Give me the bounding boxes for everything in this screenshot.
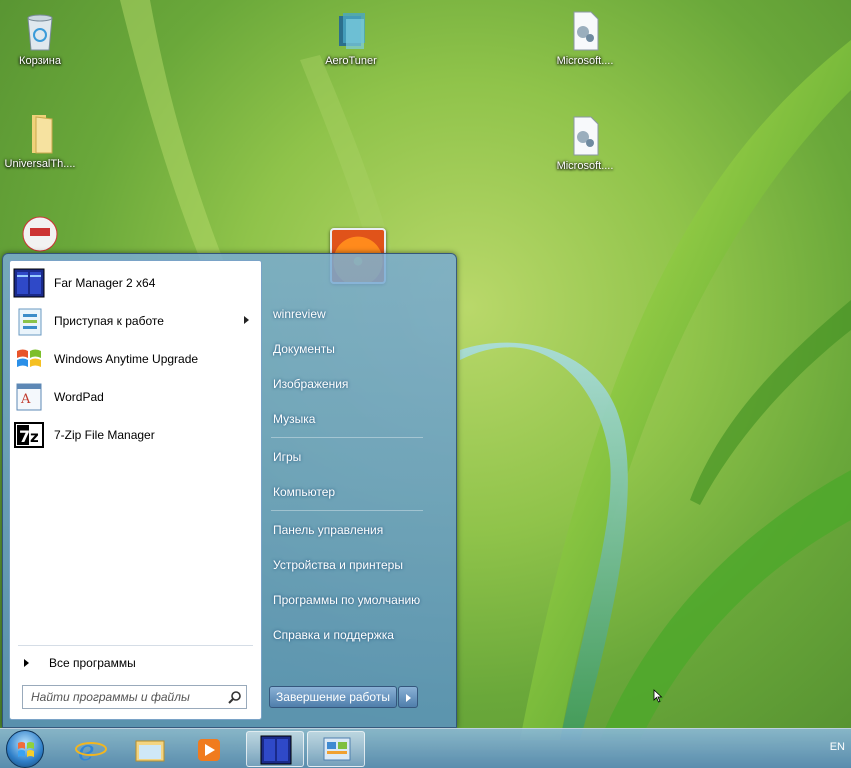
svg-text:e: e [78,734,95,767]
mouse-cursor-icon [653,689,663,703]
language-indicator[interactable]: EN [830,741,845,753]
desktop-icon-microsoft-2[interactable]: Microsoft.... [545,115,625,172]
start-item-control-panel[interactable]: Панель управления [273,523,383,537]
start-item-music[interactable]: Музыка [273,412,315,426]
taskbar-internet-explorer[interactable]: e [62,731,120,767]
program-far-manager[interactable]: Far Manager 2 x64 [13,265,259,301]
svg-text:7: 7 [19,427,30,446]
taskbar-media-player[interactable] [180,731,238,767]
wordpad-icon: A [13,381,45,413]
start-item-computer[interactable]: Компьютер [273,485,335,499]
control-panel-icon [323,737,351,761]
program-label: Приступая к работе [54,314,164,328]
far-manager-icon [260,735,292,765]
program-label: Windows Anytime Upgrade [54,352,199,366]
taskbar-far-manager[interactable] [246,731,304,767]
search-input[interactable]: Найти программы и файлы [22,685,247,709]
shutdown-button[interactable]: Завершение работы [269,686,397,708]
svg-text:A: A [20,392,31,407]
recycle-bin-icon [20,10,60,52]
far-manager-icon [13,267,45,299]
svg-text:z: z [30,428,39,446]
program-7zip[interactable]: 7z 7-Zip File Manager [13,417,259,453]
start-item-user-folder[interactable]: winreview [273,307,326,321]
right-pane-separator [271,437,423,438]
windows-logo-icon [18,742,34,757]
program-label: WordPad [54,390,104,404]
explorer-folder-icon [135,740,165,762]
start-menu: Far Manager 2 x64 Приступая к работе Win… [2,253,457,728]
desktop-icon-aerotuner[interactable]: AeroTuner [311,10,391,67]
getting-started-icon [13,305,45,337]
submenu-arrow-icon [244,316,249,324]
folder-icon [20,113,60,155]
desktop-icon-universalthemepatcher[interactable]: UniversalTh.... [0,113,80,170]
internet-explorer-icon: e [75,734,107,767]
nsis-installer-icon [20,214,60,256]
search-icon[interactable] [228,690,242,704]
start-item-games[interactable]: Игры [273,450,301,464]
taskbar-control-panel[interactable] [307,731,365,767]
program-label: Far Manager 2 x64 [54,276,156,290]
taskbar: e EN [0,728,851,768]
aerotuner-icon [331,10,371,52]
program-wordpad[interactable]: A WordPad [13,379,259,415]
settings-file-icon [565,10,605,52]
seven-zip-icon: 7z [13,419,45,451]
program-windows-anytime-upgrade[interactable]: Windows Anytime Upgrade [13,341,259,377]
expand-arrow-icon [24,659,29,667]
programs-separator [18,645,253,646]
desktop-icon-microsoft-1[interactable]: Microsoft.... [545,10,625,67]
program-label: 7-Zip File Manager [54,428,155,442]
windows-flag-icon [13,343,45,375]
taskbar-windows-explorer[interactable] [121,731,179,767]
desktop-icon-recycle-bin[interactable]: Корзина [0,10,80,67]
start-item-help-support[interactable]: Справка и поддержка [273,628,394,642]
start-item-default-programs[interactable]: Программы по умолчанию [273,593,420,607]
start-button[interactable] [6,730,44,768]
media-player-icon [198,739,220,761]
start-menu-programs-pane: Far Manager 2 x64 Приступая к работе Win… [9,260,262,720]
all-programs-label: Все программы [49,656,136,670]
start-item-documents[interactable]: Документы [273,342,335,356]
settings-file-icon [565,115,605,157]
search-placeholder: Найти программы и файлы [31,690,190,704]
start-item-devices-printers[interactable]: Устройства и принтеры [273,558,403,572]
all-programs-button[interactable]: Все программы [18,652,258,674]
right-pane-separator [271,510,423,511]
shutdown-options-button[interactable] [398,686,418,708]
start-item-pictures[interactable]: Изображения [273,377,348,391]
program-getting-started[interactable]: Приступая к работе [13,303,259,339]
